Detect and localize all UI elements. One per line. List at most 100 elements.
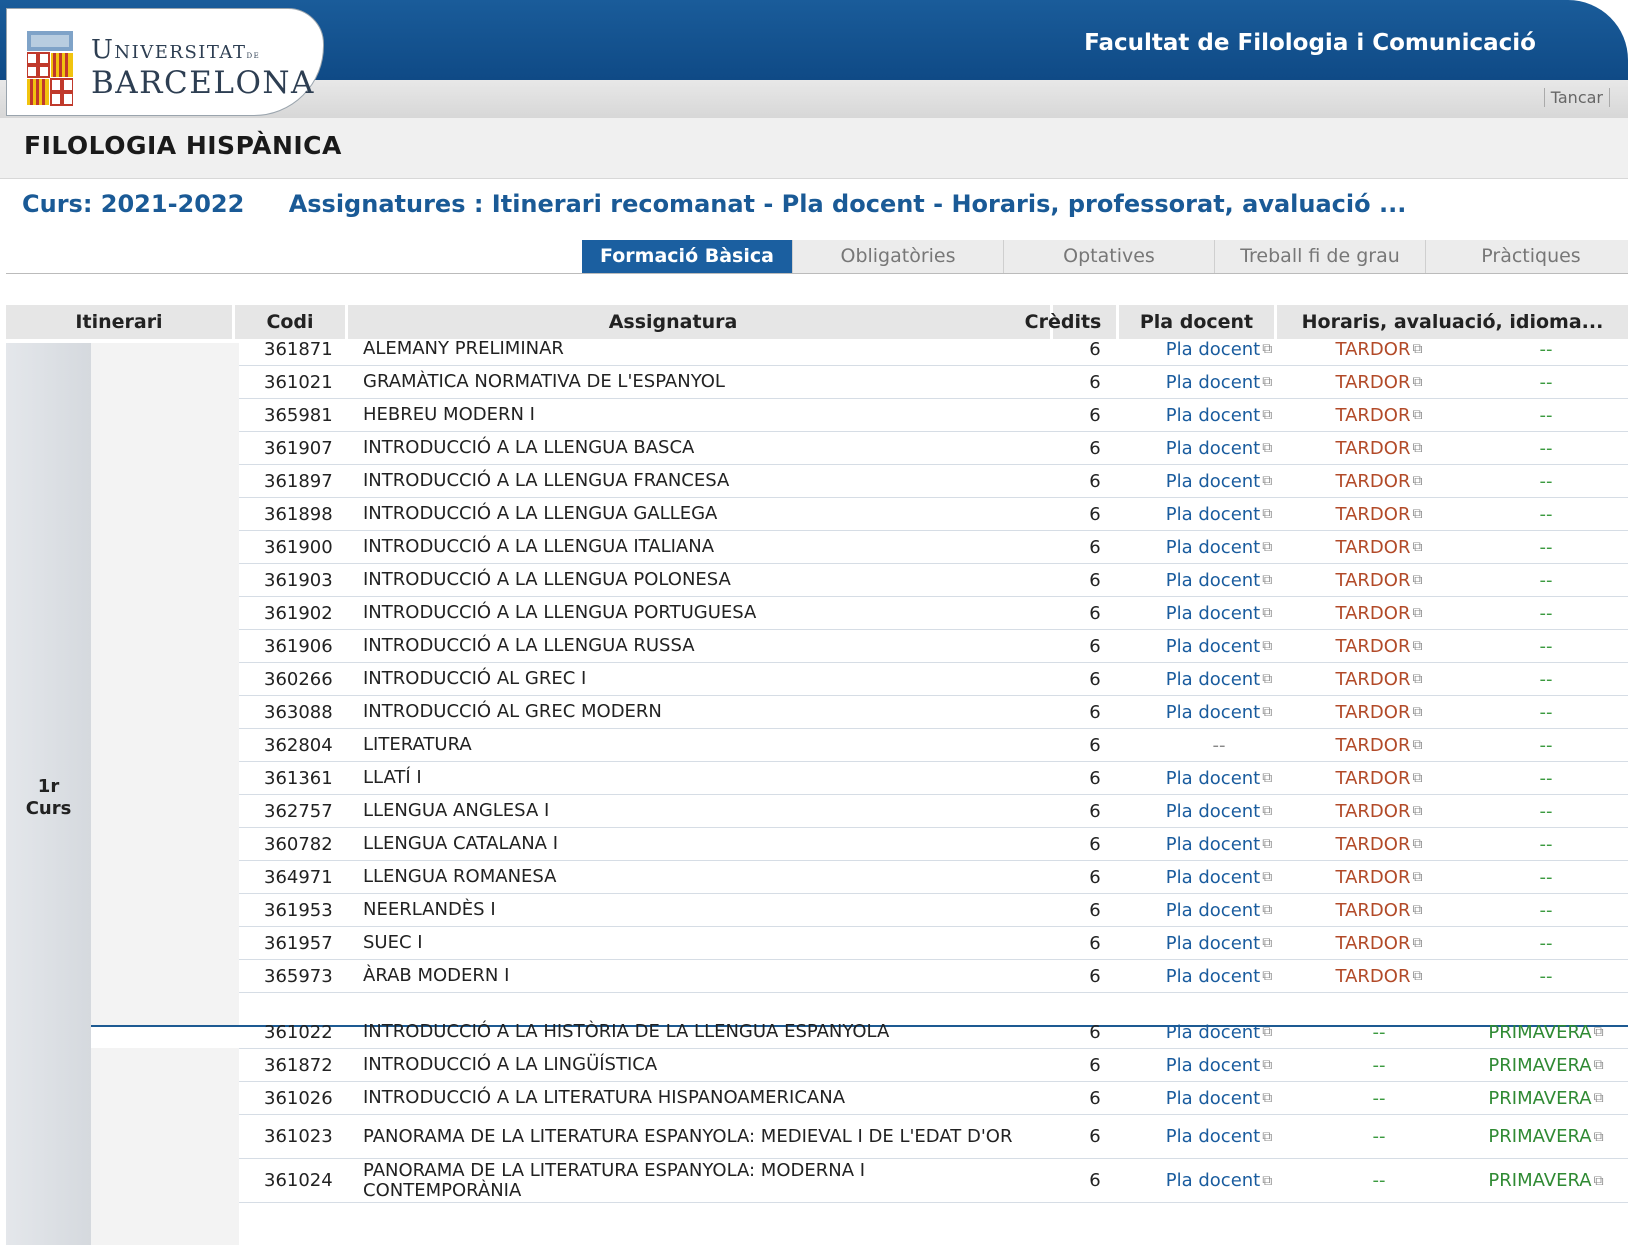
external-link-icon: ⧉ (1412, 473, 1423, 489)
autumn-empty: -- (1372, 1054, 1386, 1076)
tardor-link[interactable]: TARDOR (1336, 966, 1411, 987)
subject-code: 363088 (264, 701, 333, 723)
tardor-link[interactable]: TARDOR (1336, 570, 1411, 591)
pla-docent-link[interactable]: Pla docent (1166, 471, 1260, 492)
curs-label: 1r Curs (6, 776, 91, 820)
external-link-icon: ⧉ (1262, 869, 1273, 885)
table-row: 361903 INTRODUCCIÓ A LA LLENGUA POLONESA 6… (239, 564, 1628, 597)
tardor-link[interactable]: TARDOR (1336, 900, 1411, 921)
tardor-link[interactable]: TARDOR (1336, 867, 1411, 888)
spring-cell: -- (1464, 762, 1628, 794)
subject-name: INTRODUCCIÓ A LA LLENGUA ITALIANA (363, 536, 715, 557)
spring-empty: -- (1539, 635, 1553, 657)
tardor-link[interactable]: TARDOR (1336, 339, 1411, 360)
primavera-link[interactable]: PRIMAVERA (1488, 1126, 1591, 1147)
spring-cell: -- (1464, 795, 1628, 827)
subject-credits: 6 (1089, 734, 1101, 756)
pla-docent-link[interactable]: Pla docent (1166, 537, 1260, 558)
tardor-link[interactable]: TARDOR (1336, 801, 1411, 822)
pla-docent-link[interactable]: Pla docent (1166, 1088, 1260, 1109)
tab-treball-fi-de-grau[interactable]: Treball fi de grau (1215, 240, 1426, 273)
subject-code: 361957 (264, 932, 333, 954)
subject-code: 361024 (264, 1170, 333, 1191)
pla-docent-link[interactable]: Pla docent (1166, 801, 1260, 822)
tardor-link[interactable]: TARDOR (1336, 933, 1411, 954)
subject-name: PANORAMA DE LA LITERATURA ESPANYOLA: MED… (363, 1125, 1013, 1147)
faculty-name[interactable]: Facultat de Filologia i Comunicació (1084, 30, 1536, 56)
tardor-link[interactable]: TARDOR (1336, 834, 1411, 855)
pla-docent-link[interactable]: Pla docent (1166, 933, 1260, 954)
pla-docent-link[interactable]: Pla docent (1166, 900, 1260, 921)
pla-docent-link[interactable]: Pla docent (1166, 1126, 1260, 1147)
subject-code: 361897 (264, 470, 333, 492)
autumn-cell: TARDOR ⧉ (1299, 366, 1459, 398)
pla-docent-link[interactable]: Pla docent (1166, 867, 1260, 888)
subject-name: INTRODUCCIÓ A LA LLENGUA BASCA (363, 437, 695, 458)
external-link-icon: ⧉ (1262, 638, 1273, 654)
tardor-link[interactable]: TARDOR (1336, 504, 1411, 525)
autumn-cell: TARDOR ⧉ (1299, 729, 1459, 761)
subject-code: 361872 (264, 1054, 333, 1076)
pla-docent-link[interactable]: Pla docent (1166, 339, 1260, 360)
pla-docent-link[interactable]: Pla docent (1166, 1170, 1260, 1191)
external-link-icon: ⧉ (1262, 473, 1273, 489)
autumn-cell: TARDOR ⧉ (1299, 630, 1459, 662)
tardor-link[interactable]: TARDOR (1336, 438, 1411, 459)
course-subtitle: Curs: 2021-2022 Assignatures : Itinerari… (22, 190, 1406, 218)
subject-credits: 6 (1089, 833, 1101, 855)
external-link-icon: ⧉ (1412, 341, 1423, 357)
pla-docent-empty: -- (1212, 734, 1226, 756)
primavera-link[interactable]: PRIMAVERA (1488, 1088, 1591, 1109)
external-link-icon: ⧉ (1593, 1172, 1604, 1189)
pla-docent-link[interactable]: Pla docent (1166, 636, 1260, 657)
pla-docent-cell: Pla docent ⧉ (1144, 960, 1294, 992)
pla-docent-link[interactable]: Pla docent (1166, 702, 1260, 723)
pla-docent-link[interactable]: Pla docent (1166, 372, 1260, 393)
pla-docent-link[interactable]: Pla docent (1166, 405, 1260, 426)
pla-docent-cell: Pla docent ⧉ (1144, 663, 1294, 695)
autumn-cell: TARDOR ⧉ (1299, 762, 1459, 794)
pla-docent-link[interactable]: Pla docent (1166, 570, 1260, 591)
primavera-link[interactable]: PRIMAVERA (1488, 1055, 1591, 1076)
tab-formacio-basica[interactable]: Formació Bàsica (582, 240, 793, 273)
tab-optatives[interactable]: Optatives (1004, 240, 1215, 273)
tab-obligatories[interactable]: Obligatòries (793, 240, 1004, 273)
tardor-link[interactable]: TARDOR (1336, 405, 1411, 426)
primavera-link[interactable]: PRIMAVERA (1488, 1170, 1591, 1191)
tardor-link[interactable]: TARDOR (1336, 768, 1411, 789)
subject-name: INTRODUCCIÓ A LA LLENGUA FRANCESA (363, 470, 730, 491)
pla-docent-link[interactable]: Pla docent (1166, 438, 1260, 459)
pla-docent-cell: Pla docent ⧉ (1144, 366, 1294, 398)
tardor-link[interactable]: TARDOR (1336, 471, 1411, 492)
tardor-link[interactable]: TARDOR (1336, 735, 1411, 756)
pla-docent-link[interactable]: Pla docent (1166, 504, 1260, 525)
pla-docent-link[interactable]: Pla docent (1166, 1022, 1260, 1043)
close-link[interactable]: Tancar (1543, 88, 1610, 107)
tab-practiques[interactable]: Pràctiques (1426, 240, 1628, 273)
pla-docent-link[interactable]: Pla docent (1166, 768, 1260, 789)
external-link-icon: ⧉ (1412, 902, 1423, 918)
tardor-link[interactable]: TARDOR (1336, 372, 1411, 393)
external-link-icon: ⧉ (1412, 770, 1423, 786)
tardor-link[interactable]: TARDOR (1336, 537, 1411, 558)
tardor-link[interactable]: TARDOR (1336, 603, 1411, 624)
subject-credits: 6 (1089, 1170, 1101, 1191)
pla-docent-link[interactable]: Pla docent (1166, 834, 1260, 855)
pla-docent-link[interactable]: Pla docent (1166, 603, 1260, 624)
tardor-link[interactable]: TARDOR (1336, 702, 1411, 723)
subject-credits: 6 (1089, 899, 1101, 921)
spring-empty: -- (1539, 437, 1553, 459)
pla-docent-cell: Pla docent ⧉ (1144, 1016, 1294, 1048)
spring-empty: -- (1539, 899, 1553, 921)
university-logo[interactable]: Universitatde BARCELONA (6, 8, 324, 116)
subject-name: LLENGUA ANGLESA I (363, 800, 550, 821)
tardor-link[interactable]: TARDOR (1336, 636, 1411, 657)
table-row: 361361 LLATÍ I 6 Pla docent ⧉ TARDOR ⧉ -- (239, 762, 1628, 795)
pla-docent-link[interactable]: Pla docent (1166, 669, 1260, 690)
pla-docent-link[interactable]: Pla docent (1166, 1055, 1260, 1076)
subject-name: SUEC I (363, 932, 423, 953)
pla-docent-link[interactable]: Pla docent (1166, 966, 1260, 987)
primavera-link[interactable]: PRIMAVERA (1488, 1022, 1591, 1043)
spring-empty: -- (1539, 965, 1553, 987)
tardor-link[interactable]: TARDOR (1336, 669, 1411, 690)
